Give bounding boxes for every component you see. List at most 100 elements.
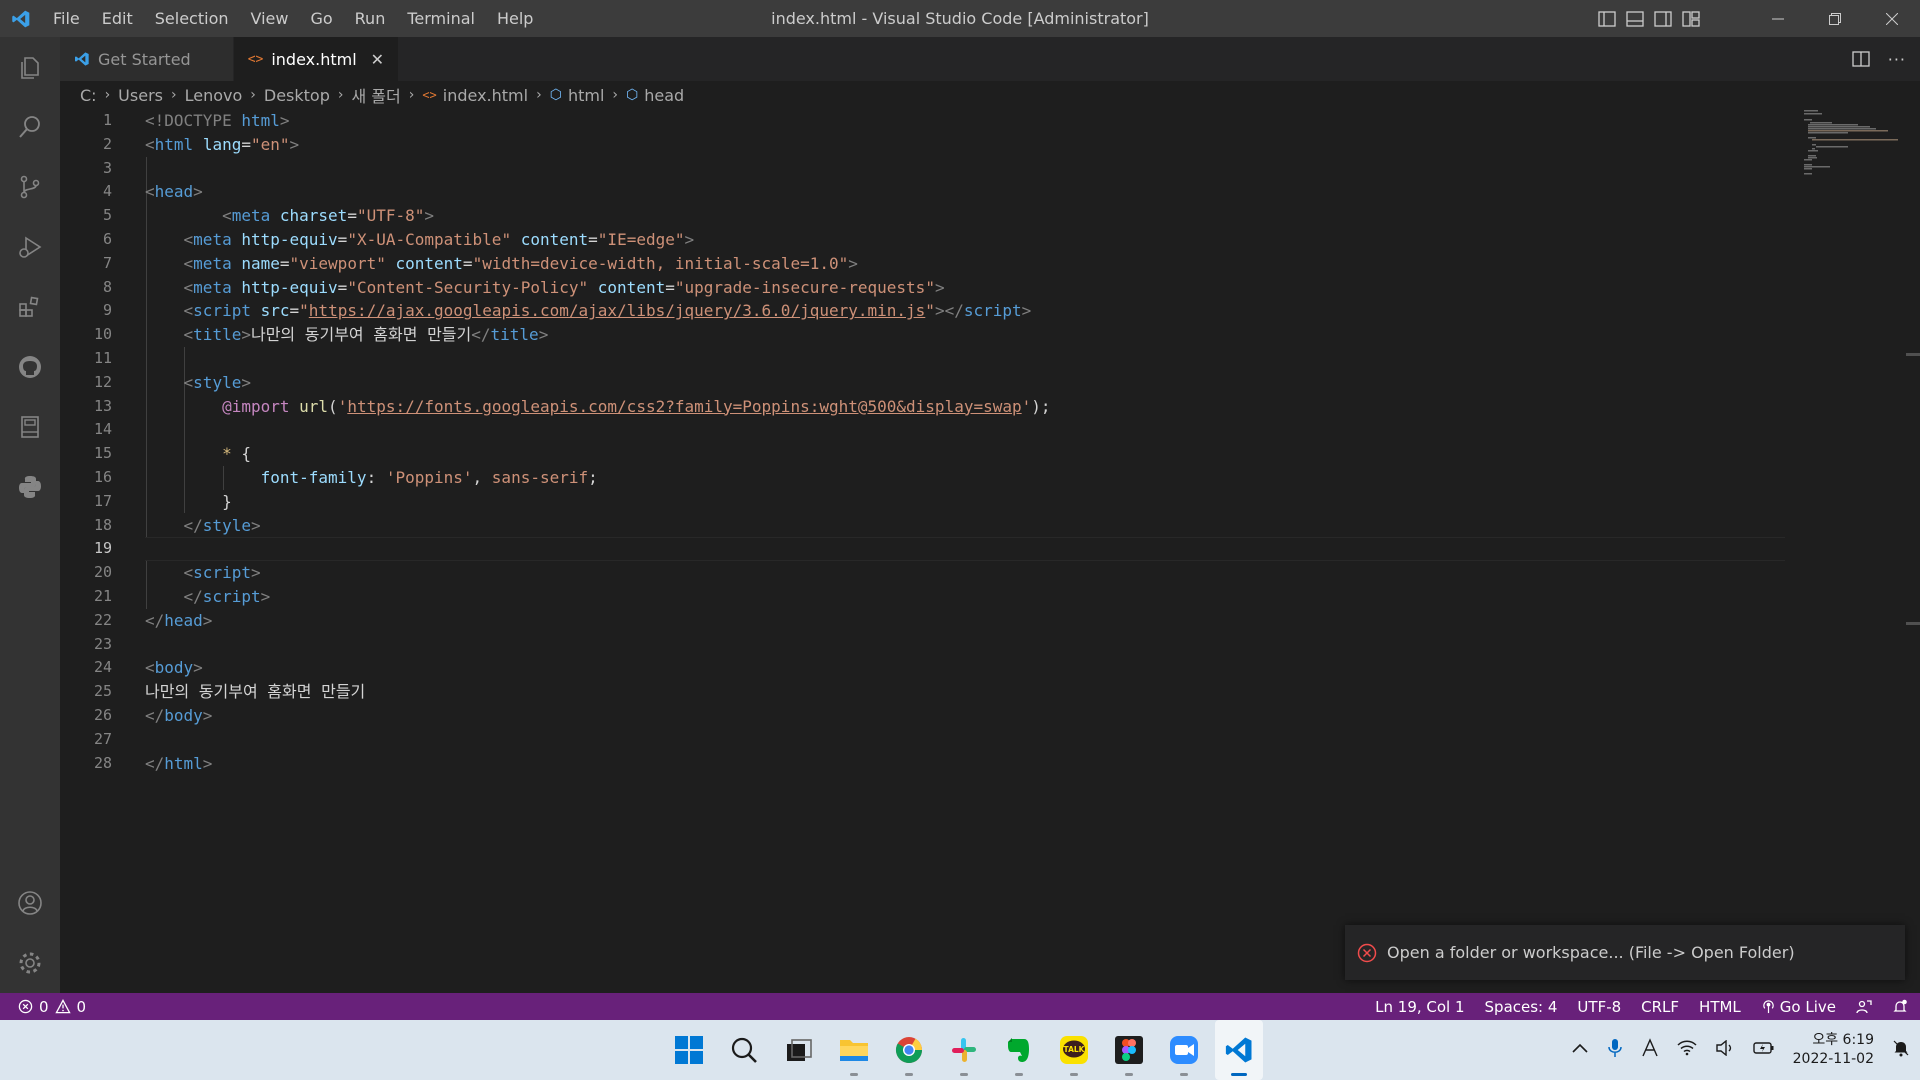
go-live-button[interactable]: Go Live [1761,998,1836,1016]
code-line: } [145,490,1845,514]
attr-name: http-equiv [241,229,338,249]
vertical-scrollbar[interactable] [1906,109,1920,993]
notebook-icon[interactable] [0,397,60,457]
close-window-icon[interactable] [1863,0,1920,37]
minimap[interactable] [1800,109,1900,179]
minimize-icon[interactable] [1749,0,1806,37]
clock[interactable]: 오후 6:19 2022-11-02 [1793,1031,1874,1069]
start-icon[interactable] [665,1020,713,1080]
code-editor[interactable]: 1 2 3 4 5 6 7 8 9 10 11 12 13 14 15 16 17 18 19 20 21 22 23 24 2… [60,109,1920,993]
toggle-panel-icon[interactable] [1626,10,1644,27]
more-actions-icon[interactable]: ··· [1888,50,1906,69]
breadcrumb-item[interactable]: C: [80,86,97,105]
customize-layout-icon[interactable] [1682,10,1700,27]
breadcrumb-item[interactable]: Desktop [264,86,330,105]
tag-name: meta [231,206,271,226]
restore-icon[interactable] [1806,0,1863,37]
breadcrumb-item[interactable]: 새 폴더 [351,83,400,107]
breadcrumb-item[interactable]: Lenovo [185,86,243,105]
script-src-link[interactable]: https://ajax.googleapis.com/ajax/libs/jq… [309,301,926,320]
tab-get-started[interactable]: Get Started [60,37,234,81]
code-line: </head> [145,610,213,630]
close-tab-icon[interactable]: ✕ [371,50,384,69]
menu-edit[interactable]: Edit [91,0,144,37]
slack-icon[interactable] [940,1020,988,1080]
settings-gear-icon[interactable] [0,933,60,993]
notification-toast[interactable]: Open a folder or workspace... (File -> O… [1345,925,1905,980]
line-number: 14 [93,420,112,439]
file-explorer-icon[interactable] [830,1020,878,1080]
task-view-icon[interactable] [775,1020,823,1080]
search-icon[interactable] [720,1020,768,1080]
code-line: <meta http-equiv="X-UA-Compatible" conte… [183,229,695,249]
chrome-icon[interactable] [885,1020,933,1080]
extensions-icon[interactable] [0,277,60,337]
end-of-line[interactable]: CRLF [1641,998,1679,1016]
attr-name: content [597,277,666,297]
menu-run[interactable]: Run [344,0,397,37]
accounts-icon[interactable] [0,873,60,933]
figma-icon[interactable] [1105,1020,1153,1080]
feedback-icon[interactable] [1856,999,1872,1015]
kakaotalk-icon[interactable]: TALK [1050,1020,1098,1080]
breadcrumb-item[interactable]: Users [118,86,163,105]
notification-message: Open a folder or workspace... (File -> O… [1387,943,1795,962]
code-line: <head> [145,182,203,202]
python-icon[interactable] [0,457,60,517]
search-icon[interactable] [0,97,60,157]
line-number: 26 [93,705,112,724]
breadcrumb-item[interactable]: index.html [443,86,528,105]
explorer-icon[interactable] [0,37,60,97]
chevron-right-icon: › [337,87,344,103]
tag-name: style [193,372,242,392]
github-icon[interactable] [0,337,60,397]
running-indicator [1015,1073,1023,1076]
evernote-icon[interactable] [995,1020,1043,1080]
input-method-icon[interactable] [1641,1038,1659,1062]
running-indicator [850,1073,858,1076]
split-editor-icon[interactable] [1852,51,1870,67]
encoding[interactable]: UTF-8 [1577,998,1621,1016]
menu-selection[interactable]: Selection [144,0,240,37]
notification-center-icon[interactable] [1892,1039,1910,1061]
indentation[interactable]: Spaces: 4 [1485,998,1558,1016]
tab-label: Get Started [98,49,191,69]
tab-index-html[interactable]: <> index.html ✕ [233,37,400,81]
problems-indicator[interactable]: 0 0 [0,998,86,1016]
menu-file[interactable]: File [42,0,91,37]
menu-go[interactable]: Go [299,0,343,37]
menu-help[interactable]: Help [486,0,544,37]
import-url-link[interactable]: https://fonts.googleapis.com/css2?family… [347,397,1021,416]
microphone-icon[interactable] [1607,1037,1623,1063]
menu-view[interactable]: View [240,0,300,37]
code-line: </body> [145,705,213,725]
battery-icon[interactable] [1752,1041,1775,1059]
toggle-primary-sidebar-icon[interactable] [1598,10,1616,27]
cursor-position[interactable]: Ln 19, Col 1 [1375,998,1464,1016]
vscode-icon[interactable] [1215,1020,1263,1080]
language-mode[interactable]: HTML [1699,998,1741,1016]
chevron-up-icon[interactable] [1571,1042,1589,1058]
run-debug-icon[interactable] [0,217,60,277]
toggle-secondary-sidebar-icon[interactable] [1654,10,1672,27]
attr-name: name [241,253,280,273]
tag-name: title [193,325,242,345]
attr-value: "en" [250,134,290,154]
menu-terminal[interactable]: Terminal [396,0,486,37]
breadcrumb-item[interactable]: html [568,86,604,105]
code-line: </html> [145,753,213,773]
tag-name: meta [193,277,232,297]
source-control-icon[interactable] [0,157,60,217]
volume-icon[interactable] [1715,1039,1735,1060]
symbol-element-icon: ⬡ [626,87,639,103]
status-bar: 0 0 Ln 19, Col 1 Spaces: 4 UTF-8 CRLF HT… [0,993,1920,1020]
notifications-bell-icon[interactable] [1892,999,1908,1015]
line-number: 8 [102,277,112,296]
breadcrumb-item[interactable]: head [644,86,684,105]
css-value: sans-serif [491,467,589,487]
wifi-icon[interactable] [1677,1040,1697,1060]
css-brace: } [222,491,232,511]
zoom-icon[interactable] [1160,1020,1208,1080]
running-indicator [1180,1073,1188,1076]
